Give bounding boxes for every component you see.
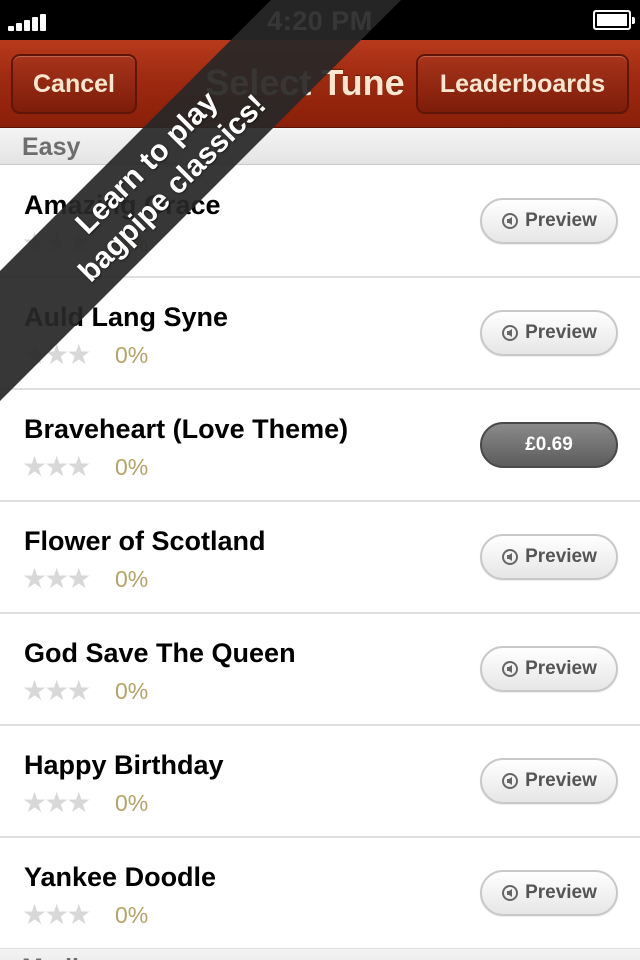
rating-stars-icon: ★★★ xyxy=(22,787,91,818)
preview-button[interactable]: Preview xyxy=(480,198,618,244)
preview-button[interactable]: Preview xyxy=(480,310,618,356)
tune-row[interactable]: God Save The Queen ★★★ 0% Preview xyxy=(0,614,640,726)
speaker-icon xyxy=(502,661,519,677)
tune-title: God Save The Queen xyxy=(24,638,296,668)
tune-title: Yankee Doodle xyxy=(24,862,217,892)
preview-label: Preview xyxy=(525,322,597,343)
section-header-medium: Medium xyxy=(0,949,640,960)
tune-row[interactable]: Braveheart (Love Theme) ★★★ 0% £0.69 xyxy=(0,390,640,502)
preview-button[interactable]: Preview xyxy=(480,646,618,692)
tune-title: Flower of Scotland xyxy=(24,526,266,556)
preview-label: Preview xyxy=(525,770,597,791)
leaderboards-button[interactable]: Leaderboards xyxy=(416,54,629,114)
tune-row[interactable]: Yankee Doodle ★★★ 0% Preview xyxy=(0,838,640,950)
speaker-icon xyxy=(502,213,519,229)
tune-progress: 0% xyxy=(115,678,149,704)
tune-progress: 0% xyxy=(115,342,149,368)
battery-icon xyxy=(593,10,635,30)
rating-stars-icon: ★★★ xyxy=(22,451,91,482)
speaker-icon xyxy=(502,549,519,565)
rating-stars-icon: ★★★ xyxy=(22,899,91,930)
preview-button[interactable]: Preview xyxy=(480,870,618,916)
speaker-icon xyxy=(502,773,519,789)
preview-label: Preview xyxy=(525,210,597,231)
rating-stars-icon: ★★★ xyxy=(22,675,91,706)
preview-button[interactable]: Preview xyxy=(480,758,618,804)
tune-row[interactable]: Happy Birthday ★★★ 0% Preview xyxy=(0,726,640,838)
tune-title: Happy Birthday xyxy=(24,750,224,780)
tune-title: Braveheart (Love Theme) xyxy=(24,414,349,444)
tune-progress: 0% xyxy=(115,566,149,592)
section-header-easy: Easy xyxy=(0,128,640,165)
rating-stars-icon: ★★★ xyxy=(22,563,91,594)
tune-row[interactable]: Flower of Scotland ★★★ 0% Preview xyxy=(0,502,640,614)
preview-label: Preview xyxy=(525,882,597,903)
buy-button[interactable]: £0.69 xyxy=(480,422,618,468)
tune-progress: 0% xyxy=(115,790,149,816)
tune-progress: 0% xyxy=(115,454,149,480)
cancel-button[interactable]: Cancel xyxy=(11,54,137,114)
speaker-icon xyxy=(502,885,519,901)
preview-label: Preview xyxy=(525,546,597,567)
tune-progress: 0% xyxy=(115,902,149,928)
speaker-icon xyxy=(502,325,519,341)
preview-label: Preview xyxy=(525,658,597,679)
preview-button[interactable]: Preview xyxy=(480,534,618,580)
